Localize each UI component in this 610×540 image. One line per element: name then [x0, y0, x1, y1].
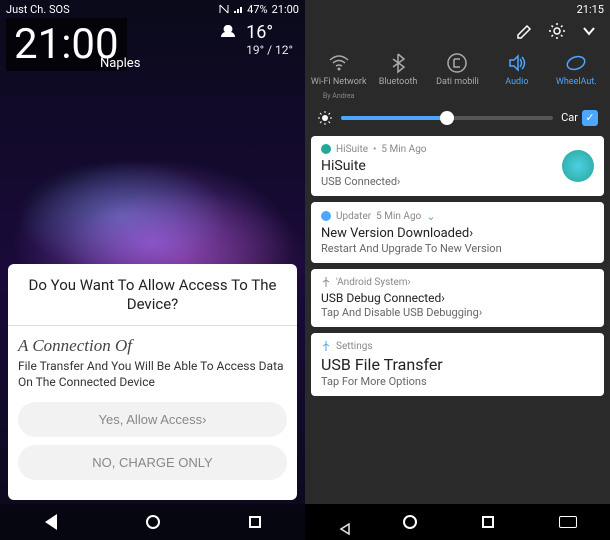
dialog-body: File Transfer And You Will Be Able To Ac… — [18, 358, 287, 390]
rotate-icon — [565, 52, 587, 74]
notif-time: 5 Min Ago — [376, 211, 421, 222]
qs-bluetooth-label: Bluetooth — [379, 78, 418, 88]
temp-range: 19° / 12° — [246, 43, 293, 57]
notification-updater[interactable]: Updater 5 Min Ago ⌄ New Version Download… — [311, 202, 604, 263]
notif-body: Tap For More Options — [321, 375, 594, 388]
data-icon — [446, 52, 468, 74]
qs-bluetooth[interactable]: Bluetooth — [369, 52, 427, 100]
brightness-icon — [317, 110, 333, 126]
notif-app: 'Android System› — [336, 277, 411, 288]
car-toggle[interactable]: Car ✓ — [561, 110, 598, 126]
left-phone-lockscreen: Just Ch. SOS 47% 21:00 21:00 Naples 16° … — [0, 0, 305, 540]
location-text: Naples — [100, 56, 140, 71]
shade-top-icons — [305, 18, 610, 44]
car-checkbox[interactable]: ✓ — [582, 110, 598, 126]
notif-body: Tap And Disable USB Debugging› — [321, 306, 594, 319]
status-time: 21:00 — [272, 3, 299, 16]
app-icon — [321, 144, 331, 154]
notification-area: HiSuite • 5 Min Ago HiSuite USB Connecte… — [305, 132, 610, 400]
divider — [8, 325, 297, 326]
qs-wifi-label: Wi-Fi Network — [311, 78, 367, 88]
wifi-icon — [328, 52, 350, 74]
notif-body: USB Connected› — [321, 175, 594, 188]
chevron-down-icon[interactable] — [580, 22, 598, 40]
notif-title: New Version Downloaded› — [321, 226, 594, 241]
bluetooth-icon — [387, 52, 409, 74]
status-time-right: 21:15 — [577, 3, 604, 16]
audio-icon — [506, 52, 528, 74]
brightness-slider[interactable] — [341, 116, 553, 120]
app-icon — [321, 211, 331, 221]
brightness-fill — [341, 116, 447, 120]
keyboard-icon[interactable] — [559, 516, 577, 528]
qs-rotate-label: WheelAut. — [556, 78, 597, 88]
nav-recent-button[interactable] — [482, 516, 494, 528]
usb-icon — [321, 277, 331, 287]
nav-home-button[interactable] — [146, 515, 160, 529]
weather-icon — [216, 22, 240, 46]
nav-recent-button[interactable] — [249, 516, 261, 528]
notif-app: Updater — [336, 211, 371, 222]
notif-body: Restart And Upgrade To New Version — [321, 242, 594, 255]
notif-app: HiSuite — [336, 144, 368, 155]
edit-icon[interactable] — [516, 22, 534, 40]
brightness-thumb[interactable] — [440, 111, 454, 125]
qs-audio-label: Audio — [505, 78, 528, 88]
nfc-icon — [219, 4, 229, 14]
notif-app: Settings — [336, 341, 373, 352]
nav-back-button[interactable] — [45, 514, 57, 530]
notification-hisuite[interactable]: HiSuite • 5 Min Ago HiSuite USB Connecte… — [311, 136, 604, 196]
weather-widget[interactable]: 16° 19° / 12° — [216, 22, 293, 57]
carrier-text: Just Ch. SOS — [6, 3, 219, 16]
right-phone-shade: 21:15 Wi-Fi Network By Andrea Bluetooth — [305, 0, 610, 540]
nav-bar-right — [305, 504, 610, 540]
notif-time: 5 Min Ago — [381, 144, 426, 155]
quick-settings-row: Wi-Fi Network By Andrea Bluetooth Dati m… — [305, 44, 610, 104]
notif-title: USB Debug Connected› — [321, 291, 594, 305]
nav-home-button[interactable] — [403, 515, 417, 529]
dialog-title: Do You Want To Allow Access To The Devic… — [18, 276, 287, 315]
temp-main: 16° — [246, 22, 293, 43]
qs-data-label: Dati mobili — [436, 78, 479, 88]
signal-icon — [233, 4, 243, 14]
notif-title: USB File Transfer — [321, 355, 594, 374]
expand-chevron-icon[interactable]: ⌄ — [426, 210, 435, 223]
globe-icon — [562, 150, 594, 182]
dialog-subtitle: A Connection Of — [18, 336, 287, 356]
nav-bar-left — [0, 504, 305, 540]
battery-pct: 47% — [247, 3, 267, 16]
qs-wifi-sub: By Andrea — [323, 92, 355, 100]
gear-icon[interactable] — [548, 22, 566, 40]
usb-icon — [321, 341, 331, 351]
qs-data[interactable]: Dati mobili — [428, 52, 486, 100]
status-bar-right: 21:15 — [305, 0, 610, 18]
qs-wifi[interactable]: Wi-Fi Network By Andrea — [310, 52, 368, 100]
allow-access-button[interactable]: Yes, Allow Access› — [18, 402, 287, 437]
notif-title: HiSuite — [321, 158, 594, 174]
car-label: Car — [561, 111, 578, 124]
charge-only-button[interactable]: NO, CHARGE ONLY — [18, 445, 287, 480]
notification-android-system[interactable]: 'Android System› USB Debug Connected› Ta… — [311, 269, 604, 327]
notification-settings[interactable]: Settings USB File Transfer Tap For More … — [311, 333, 604, 396]
qs-rotate[interactable]: WheelAut. — [547, 52, 605, 100]
status-bar-left: Just Ch. SOS 47% 21:00 — [0, 0, 305, 18]
qs-audio[interactable]: Audio — [488, 52, 546, 100]
usb-access-dialog: Do You Want To Allow Access To The Devic… — [8, 264, 297, 500]
brightness-row: Car ✓ — [305, 104, 610, 132]
